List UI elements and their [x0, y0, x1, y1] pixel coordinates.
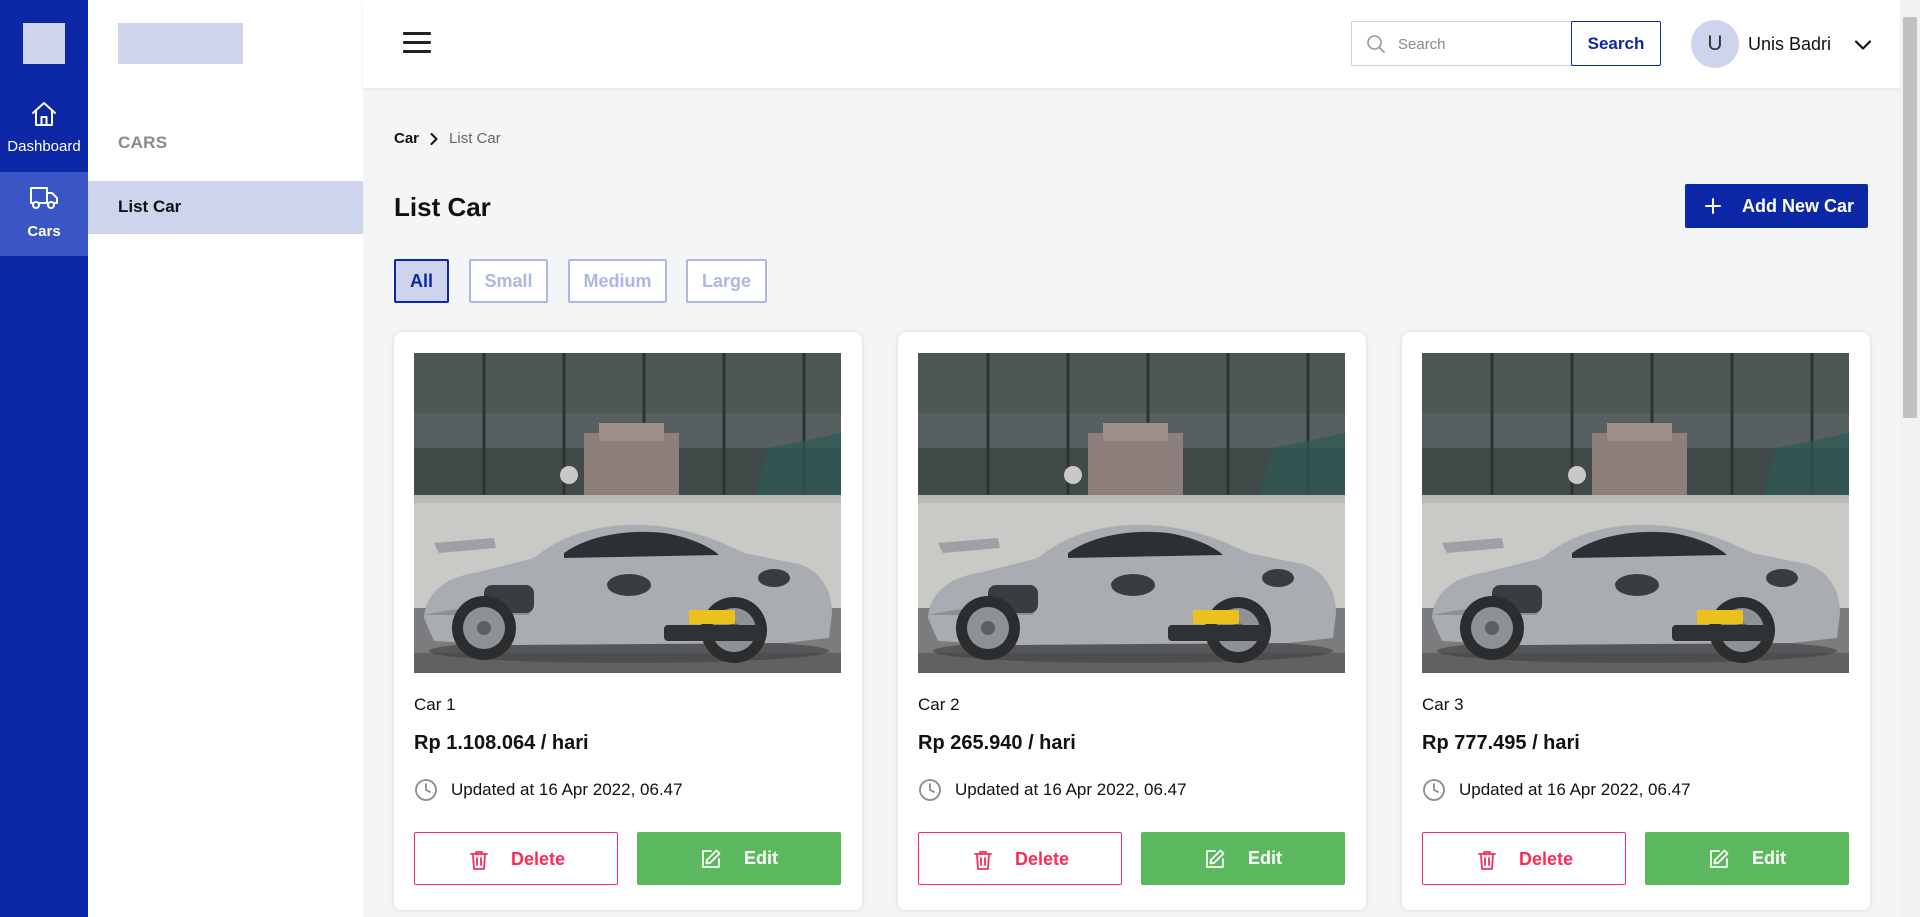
breadcrumb: Car List Car — [394, 130, 501, 147]
car-price: Rp 777.495 / hari — [1422, 732, 1580, 754]
delete-button[interactable]: Delete — [918, 832, 1122, 885]
clock-icon — [414, 778, 438, 802]
home-icon — [32, 102, 56, 126]
car-image — [918, 353, 1345, 673]
avatar[interactable]: U — [1691, 20, 1739, 68]
edit-label: Edit — [1752, 848, 1786, 868]
search-button[interactable]: Search — [1571, 21, 1661, 66]
edit-icon — [1204, 848, 1226, 870]
add-new-car-label: Add New Car — [1742, 196, 1855, 216]
scrollbar-thumb[interactable] — [1903, 17, 1917, 418]
car-image — [1422, 353, 1849, 673]
filter-large[interactable]: Large — [686, 259, 767, 303]
trash-icon — [1476, 849, 1498, 871]
breadcrumb-root[interactable]: Car — [394, 130, 419, 147]
car-updated-at: Updated at 16 Apr 2022, 06.47 — [955, 780, 1187, 799]
filter-all[interactable]: All — [394, 259, 449, 303]
app-logo[interactable] — [23, 23, 65, 64]
edit-button[interactable]: Edit — [1645, 832, 1849, 885]
edit-label: Edit — [744, 848, 778, 868]
brand-logo[interactable] — [118, 23, 243, 64]
rail-item-dashboard[interactable]: Dashboard — [0, 82, 88, 166]
clock-icon — [918, 778, 942, 802]
sidebar-item-label: List Car — [118, 197, 182, 216]
edit-label: Edit — [1248, 848, 1282, 868]
breadcrumb-current: List Car — [449, 130, 501, 147]
delete-label: Delete — [511, 849, 566, 869]
edit-icon — [1708, 848, 1730, 870]
car-price: Rp 265.940 / hari — [918, 732, 1076, 754]
car-card: Car 1 Rp 1.108.064 / hari Updated at 16 … — [394, 332, 862, 910]
page-scrollbar[interactable] — [1900, 0, 1920, 917]
delete-label: Delete — [1519, 849, 1574, 869]
delete-button[interactable]: Delete — [414, 832, 618, 885]
edit-button[interactable]: Edit — [637, 832, 841, 885]
car-card: Car 2 Rp 265.940 / hari Updated at 16 Ap… — [898, 332, 1366, 910]
sidebar-section-title: CARS — [118, 133, 168, 152]
car-updated-at: Updated at 16 Apr 2022, 06.47 — [451, 780, 683, 799]
car-price: Rp 1.108.064 / hari — [414, 732, 589, 754]
icon-rail: Dashboard Cars — [0, 0, 88, 917]
car-updated-at: Updated at 16 Apr 2022, 06.47 — [1459, 780, 1691, 799]
filter-small[interactable]: Small — [469, 259, 548, 303]
filter-medium[interactable]: Medium — [568, 259, 667, 303]
trash-icon — [972, 849, 994, 871]
user-name[interactable]: Unis Badri — [1748, 34, 1831, 55]
rail-item-cars[interactable]: Cars — [0, 172, 88, 256]
search-input[interactable] — [1398, 32, 1566, 56]
edit-icon — [700, 848, 722, 870]
truck-icon — [30, 187, 58, 209]
delete-button[interactable]: Delete — [1422, 832, 1626, 885]
car-name: Car 2 — [918, 695, 960, 714]
search-icon — [1367, 35, 1385, 53]
top-bar: Search U Unis Badri — [363, 0, 1900, 88]
clock-icon — [1422, 778, 1446, 802]
page-title: List Car — [394, 192, 491, 222]
menu-toggle-button[interactable] — [403, 32, 431, 54]
chevron-right-icon — [430, 132, 438, 145]
search-field — [1351, 21, 1572, 66]
trash-icon — [468, 849, 490, 871]
car-card: Car 3 Rp 777.495 / hari Updated at 16 Ap… — [1402, 332, 1870, 910]
car-name: Car 1 — [414, 695, 456, 714]
rail-item-label: Dashboard — [7, 138, 81, 155]
rail-item-label: Cars — [27, 223, 61, 240]
car-image — [414, 353, 841, 673]
sidebar: CARS List Car — [88, 0, 363, 917]
add-new-car-button[interactable]: Add New Car — [1685, 184, 1868, 228]
hamburger-icon — [403, 32, 431, 35]
sidebar-item-list-car[interactable]: List Car — [88, 181, 363, 234]
delete-label: Delete — [1015, 849, 1070, 869]
car-name: Car 3 — [1422, 695, 1464, 714]
plus-icon — [1705, 198, 1721, 214]
chevron-down-icon[interactable] — [1853, 35, 1873, 55]
edit-button[interactable]: Edit — [1141, 832, 1345, 885]
